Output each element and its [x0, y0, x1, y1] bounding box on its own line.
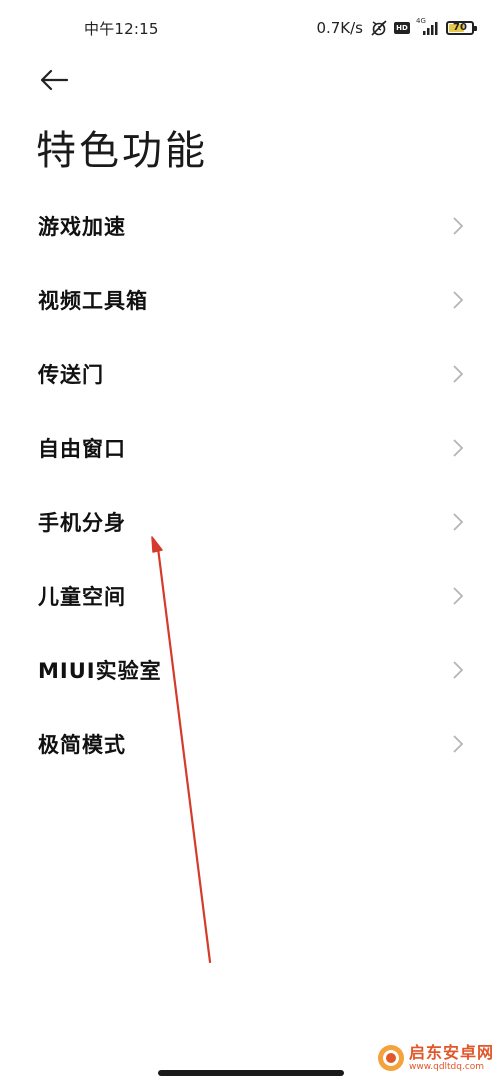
list-item-portal[interactable]: 传送门	[0, 337, 500, 411]
status-bar: 中午12:15 0.7K/s HD 4G 70	[0, 0, 500, 58]
chevron-right-icon	[453, 217, 464, 235]
page-title: 特色功能	[36, 128, 208, 174]
back-button[interactable]	[36, 64, 72, 96]
list-item-label: 视频工具箱	[38, 289, 148, 313]
list-item-simple-mode[interactable]: 极简模式	[0, 707, 500, 781]
watermark-url: www.qdltdq.com	[408, 1061, 485, 1072]
chevron-right-icon	[453, 513, 464, 531]
status-icons: 0.7K/s HD 4G 70	[316, 17, 477, 39]
feature-list: 游戏加速 视频工具箱 传送门 自由窗口 手机分身 儿童空间 MIUI实验室 极简…	[0, 189, 500, 781]
battery-icon: 70	[446, 21, 477, 35]
list-item-label: 极简模式	[38, 733, 126, 757]
chevron-right-icon	[453, 661, 464, 679]
watermark-title: 启东安卓网	[408, 1042, 494, 1062]
arrow-left-icon	[40, 69, 69, 91]
home-indicator[interactable]	[158, 1070, 344, 1076]
net-speed: 0.7K/s	[316, 19, 363, 37]
list-item-label: 游戏加速	[38, 215, 126, 239]
chevron-right-icon	[453, 439, 464, 457]
list-item-label: 传送门	[38, 363, 104, 387]
list-item-video-toolbox[interactable]: 视频工具箱	[0, 263, 500, 337]
chevron-right-icon	[453, 735, 464, 753]
list-item-label: 手机分身	[38, 511, 126, 535]
list-item-label: MIUI实验室	[38, 659, 162, 683]
list-item-label: 儿童空间	[38, 585, 126, 609]
watermark-logo-icon	[377, 1045, 404, 1071]
watermark: 启东安卓网 www.qdltdq.com	[377, 1044, 494, 1072]
battery-level: 70	[453, 22, 467, 33]
alarm-off-icon	[370, 19, 388, 37]
hd-badge: HD	[394, 22, 410, 34]
list-item-free-window[interactable]: 自由窗口	[0, 411, 500, 485]
cellular-signal-icon: 4G	[416, 17, 440, 37]
chevron-right-icon	[453, 365, 464, 383]
list-item-kid-space[interactable]: 儿童空间	[0, 559, 500, 633]
chevron-right-icon	[453, 587, 464, 605]
list-item-label: 自由窗口	[38, 437, 126, 461]
list-item-game-boost[interactable]: 游戏加速	[0, 189, 500, 263]
status-time: 中午12:15	[84, 20, 159, 38]
list-item-second-space[interactable]: 手机分身	[0, 485, 500, 559]
chevron-right-icon	[453, 291, 464, 309]
list-item-miui-lab[interactable]: MIUI实验室	[0, 633, 500, 707]
